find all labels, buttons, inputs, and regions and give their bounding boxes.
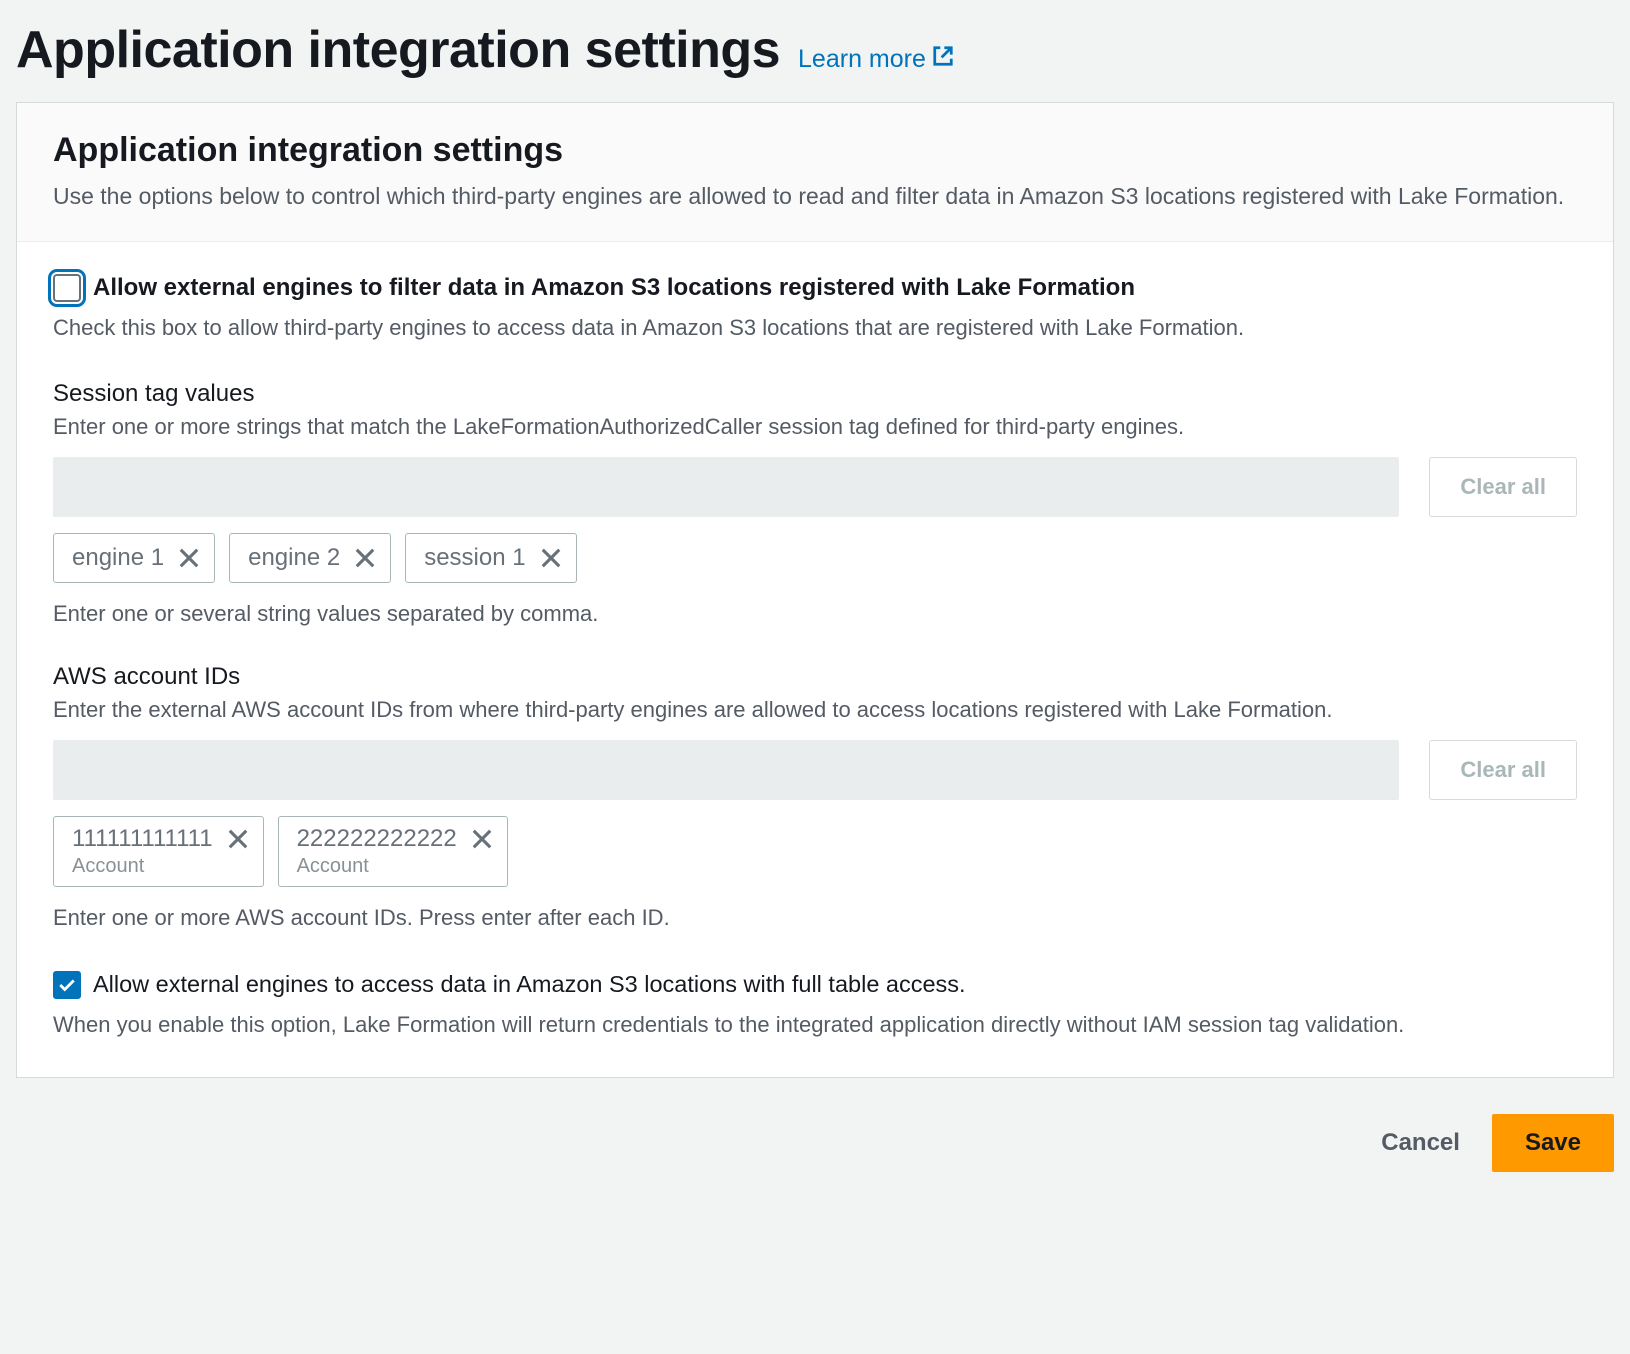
- settings-panel: Application integration settings Use the…: [16, 102, 1614, 1078]
- learn-more-link[interactable]: Learn more: [798, 45, 954, 74]
- token-sublabel: Account: [297, 855, 369, 878]
- allow-filter-row: Allow external engines to filter data in…: [53, 274, 1577, 302]
- session-tags-footer-hint: Enter one or several string values separ…: [53, 601, 1577, 627]
- allow-full-row: Allow external engines to access data in…: [53, 971, 1577, 999]
- remove-icon[interactable]: [540, 547, 562, 569]
- account-ids-tokens: 111111111111 Account 222222222222 A: [53, 816, 1577, 887]
- account-ids-hint: Enter the external AWS account IDs from …: [53, 695, 1577, 726]
- panel-description: Use the options below to control which t…: [53, 180, 1577, 213]
- token-label: engine 1: [72, 544, 164, 572]
- token-label: engine 2: [248, 544, 340, 572]
- session-tag-token: engine 1: [53, 533, 215, 583]
- account-ids-clear-all-button[interactable]: Clear all: [1429, 740, 1577, 800]
- account-id-token: 222222222222 Account: [278, 816, 508, 887]
- allow-full-checkbox[interactable]: [53, 971, 81, 999]
- allow-filter-label[interactable]: Allow external engines to filter data in…: [93, 274, 1135, 302]
- account-ids-field: AWS account IDs Enter the external AWS a…: [53, 663, 1577, 931]
- session-tags-input[interactable]: [53, 457, 1399, 517]
- remove-icon[interactable]: [178, 547, 200, 569]
- page-title: Application integration settings: [16, 20, 780, 80]
- save-button[interactable]: Save: [1492, 1114, 1614, 1172]
- token-sublabel: Account: [72, 855, 144, 878]
- token-label: 222222222222: [297, 825, 457, 853]
- allow-full-section: Allow external engines to access data in…: [53, 971, 1577, 1041]
- panel-header: Application integration settings Use the…: [17, 103, 1613, 242]
- page-header: Application integration settings Learn m…: [16, 10, 1614, 102]
- session-tags-hint: Enter one or more strings that match the…: [53, 412, 1577, 443]
- session-tag-token: session 1: [405, 533, 576, 583]
- remove-icon[interactable]: [471, 828, 493, 850]
- session-tags-tokens: engine 1 engine 2 session 1: [53, 533, 1577, 583]
- allow-filter-help: Check this box to allow third-party engi…: [53, 312, 1577, 344]
- cancel-button[interactable]: Cancel: [1373, 1119, 1468, 1167]
- account-id-token: 111111111111 Account: [53, 816, 264, 887]
- account-ids-label: AWS account IDs: [53, 663, 1577, 691]
- allow-full-help: When you enable this option, Lake Format…: [53, 1009, 1577, 1041]
- footer-actions: Cancel Save: [16, 1114, 1614, 1172]
- panel-body: Allow external engines to filter data in…: [17, 242, 1613, 1076]
- token-label: session 1: [424, 544, 525, 572]
- learn-more-label: Learn more: [798, 45, 926, 74]
- external-link-icon: [932, 45, 954, 74]
- session-tags-clear-all-button[interactable]: Clear all: [1429, 457, 1577, 517]
- account-ids-input[interactable]: [53, 740, 1399, 800]
- account-ids-footer-hint: Enter one or more AWS account IDs. Press…: [53, 905, 1577, 931]
- panel-title: Application integration settings: [53, 131, 1577, 170]
- session-tags-label: Session tag values: [53, 380, 1577, 408]
- session-tag-token: engine 2: [229, 533, 391, 583]
- allow-filter-checkbox[interactable]: [53, 274, 81, 302]
- session-tags-input-row: Clear all: [53, 457, 1577, 517]
- allow-full-label[interactable]: Allow external engines to access data in…: [93, 971, 966, 998]
- remove-icon[interactable]: [354, 547, 376, 569]
- account-ids-input-row: Clear all: [53, 740, 1577, 800]
- remove-icon[interactable]: [227, 828, 249, 850]
- token-label: 111111111111: [72, 825, 213, 853]
- session-tags-field: Session tag values Enter one or more str…: [53, 380, 1577, 627]
